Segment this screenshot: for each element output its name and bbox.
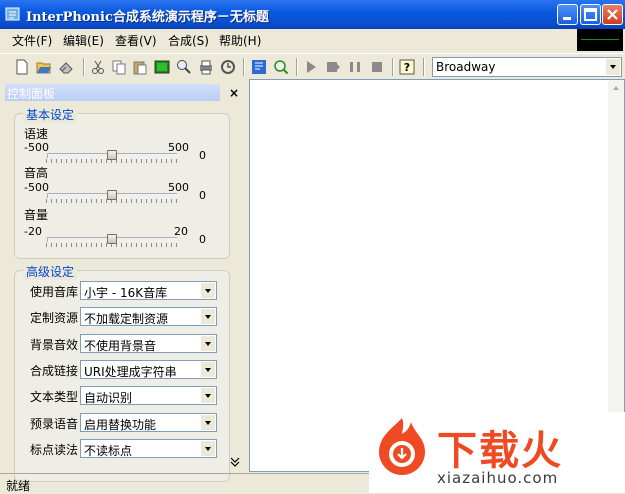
basic-settings-title: 基本设定 <box>23 106 78 123</box>
open-folder-icon[interactable] <box>36 59 52 75</box>
background-sound-select[interactable]: 不使用背景音 <box>80 334 217 353</box>
print-icon[interactable] <box>198 59 214 75</box>
menu-synthesis[interactable]: 合成(S) <box>168 32 209 49</box>
minimize-button[interactable] <box>557 4 578 25</box>
flame-logo-icon <box>379 418 425 475</box>
text-type-label: 文本类型 <box>30 390 79 404</box>
volume-slider[interactable] <box>106 234 117 244</box>
watermark-url: xiazaihuo.com <box>437 469 559 487</box>
background-sound-label: 背景音效 <box>30 338 79 352</box>
menu-view[interactable]: 查看(V) <box>115 32 157 49</box>
pitch-label: 音高 <box>24 166 49 180</box>
volume-value: 0 <box>199 233 206 246</box>
voice-library-value: 小宇 - 16K音库 <box>84 286 168 300</box>
scroll-up-arrow-icon[interactable] <box>608 80 624 96</box>
chevron-down-icon[interactable] <box>201 336 215 351</box>
menu-bar: 文件(F) 编辑(E) 查看(V) 合成(S) 帮助(H) <box>0 29 625 51</box>
eraser-icon[interactable] <box>58 59 74 75</box>
status-text: 就绪 <box>6 479 31 493</box>
find-magnifier-icon[interactable] <box>273 59 289 75</box>
chevron-down-icon[interactable] <box>201 309 215 324</box>
screen-icon[interactable] <box>154 59 170 75</box>
chevron-down-icon[interactable] <box>201 441 215 456</box>
find-icon[interactable] <box>176 59 192 75</box>
prerecorded-voice-value: 启用替换功能 <box>84 418 157 432</box>
volume-label: 音量 <box>24 208 49 222</box>
pitch-value: 0 <box>199 189 206 202</box>
text-type-value: 自动识别 <box>84 391 133 405</box>
record-icon[interactable] <box>325 59 341 75</box>
new-file-icon[interactable] <box>14 59 30 75</box>
link-synthesis-label: 合成链接 <box>30 364 79 378</box>
speed-label: 语速 <box>24 127 49 141</box>
cut-icon[interactable] <box>90 59 106 75</box>
chevron-down-icon[interactable] <box>201 362 215 377</box>
link-synthesis-select[interactable]: URI处理成字符串 <box>80 360 217 379</box>
custom-resource-value: 不加载定制资源 <box>84 312 169 326</box>
background-sound-value: 不使用背景音 <box>84 339 157 353</box>
custom-resource-select[interactable]: 不加载定制资源 <box>80 307 217 326</box>
menu-help[interactable]: 帮助(H) <box>219 32 261 49</box>
speed-value: 0 <box>199 149 206 162</box>
close-icon <box>607 9 618 20</box>
stop-icon[interactable] <box>369 59 385 75</box>
link-synthesis-value: URI处理成字符串 <box>84 365 177 379</box>
voice-library-label: 使用音库 <box>30 285 79 299</box>
paste-icon[interactable] <box>132 59 148 75</box>
title-bar[interactable]: InterPhonic合成系统演示程序－无标题 <box>0 0 625 29</box>
svg-text:?: ? <box>404 61 410 74</box>
chevron-down-icon[interactable] <box>201 388 215 403</box>
speed-slider[interactable] <box>106 150 117 160</box>
help-icon[interactable]: ? <box>399 59 415 75</box>
close-button[interactable] <box>602 4 623 25</box>
toolbar-separator <box>83 58 85 76</box>
pause-icon[interactable] <box>347 59 363 75</box>
voice-select-value: Broadway <box>436 60 496 74</box>
toolbar-separator <box>296 58 298 76</box>
prerecorded-voice-select[interactable]: 启用替换功能 <box>80 413 217 432</box>
punctuation-value: 不读标点 <box>84 444 133 458</box>
toolbar-separator <box>392 58 394 76</box>
control-panel-header: 控制面板 <box>5 84 220 101</box>
replace-icon[interactable] <box>220 59 236 75</box>
prerecorded-voice-label: 预录语音 <box>30 417 79 431</box>
copy-icon[interactable] <box>111 59 127 75</box>
chevron-down-icon[interactable] <box>606 59 620 75</box>
punctuation-select[interactable]: 不读标点 <box>80 439 217 458</box>
toolbar-separator <box>423 58 425 76</box>
app-icon <box>5 7 20 21</box>
panel-title: 控制面板 <box>7 87 56 101</box>
voice-library-select[interactable]: 小宇 - 16K音库 <box>80 281 217 300</box>
document-gear-icon[interactable] <box>251 59 267 75</box>
panel-close-icon[interactable]: × <box>229 86 239 100</box>
play-icon[interactable] <box>303 59 319 75</box>
punctuation-label: 标点读法 <box>30 443 79 457</box>
level-indicator <box>577 29 623 51</box>
watermark-title: 下载火 <box>437 428 563 474</box>
menu-edit[interactable]: 编辑(E) <box>63 32 104 49</box>
window-title: InterPhonic合成系统演示程序－无标题 <box>26 10 269 25</box>
chevron-down-icon[interactable] <box>201 283 215 298</box>
minimize-icon <box>563 17 571 20</box>
text-type-select[interactable]: 自动识别 <box>80 386 217 405</box>
pitch-slider[interactable] <box>106 190 117 200</box>
speed-min: -500 <box>24 141 49 154</box>
maximize-icon <box>584 8 597 21</box>
watermark-logo: 下载火 xiazaihuo.com <box>369 412 625 493</box>
chevron-down-icon[interactable] <box>201 415 215 430</box>
advanced-settings-title: 高级设定 <box>23 263 78 280</box>
scroll-down-icon[interactable] <box>230 456 240 468</box>
pitch-min: -500 <box>24 181 49 194</box>
toolbar-separator <box>243 58 245 76</box>
voice-select[interactable]: Broadway <box>432 57 622 77</box>
menu-file[interactable]: 文件(F) <box>12 32 52 49</box>
volume-min: -20 <box>24 225 42 238</box>
custom-resource-label: 定制资源 <box>30 311 79 325</box>
maximize-button[interactable] <box>580 4 601 25</box>
